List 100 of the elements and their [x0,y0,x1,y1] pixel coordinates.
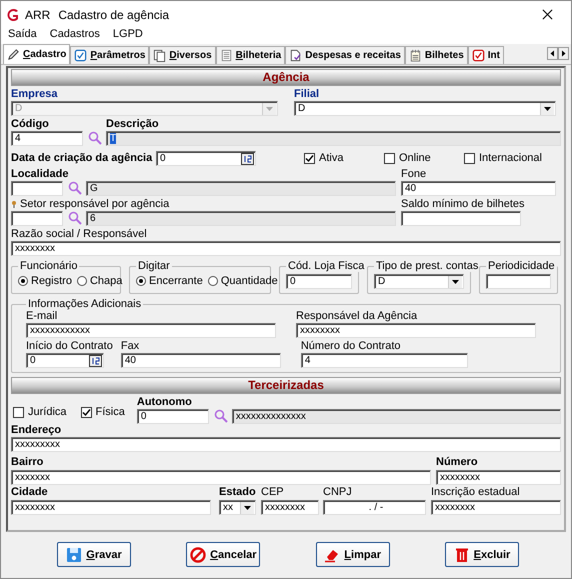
action-button[interactable]: Excluir [444,542,519,567]
input-field[interactable]: xxxxxxxxxxxxxx [232,409,561,424]
field-label: CNPJ [323,486,353,498]
field-label: Número do Contrato [300,340,402,352]
section-title: Agência [262,70,310,84]
input-field[interactable]: 0 [286,274,352,289]
date-field[interactable]: 0 [156,151,256,166]
input-field[interactable]: xxxxxxx [11,470,431,485]
field-label: Autonomo [136,396,193,408]
field-label: Bairro [11,456,44,468]
tab[interactable]: Diversos [149,46,216,64]
date-field[interactable]: 0 [26,353,104,368]
group-title: Funcionário [19,260,78,272]
checkbox[interactable]: Jurídica [13,406,67,418]
field-label: Fone [401,168,428,180]
input-field[interactable]: 0 [136,409,209,424]
input-field[interactable]: xxxxxxxx [11,241,561,256]
menu-item[interactable]: LGPD [112,28,143,44]
tab[interactable]: Int [468,46,504,64]
menu-item[interactable]: Saída [8,28,37,44]
group-title: Cód. Loja Fisca [287,260,366,272]
checkbox[interactable]: Online [384,152,464,164]
branch-dropdown[interactable]: D [294,101,556,116]
group-title: Informações Adicionais [27,298,142,310]
input-field[interactable]: 4 [11,131,83,146]
caret-icon [266,106,273,110]
field-label: E-mail [26,310,58,322]
scroll-left-icon[interactable] [547,47,558,60]
pencil-icon [7,48,20,61]
checkbox-icon [74,49,88,62]
dropdown[interactable]: D [374,274,464,289]
input-field[interactable]: G [86,181,396,196]
input-field[interactable]: xxxxxxxx [261,500,319,515]
state-dropdown[interactable]: xx [219,500,256,515]
input-field[interactable] [11,181,63,196]
input-field[interactable]: 40 [401,181,556,196]
field-label: Número [436,456,479,468]
input-field[interactable]: xxxxxxxxx [11,437,561,452]
checkbox[interactable]: Ativa [304,152,384,164]
input-field[interactable]: xxxxxxxx [296,323,536,338]
caret-icon [244,506,251,510]
search-icon[interactable] [68,211,82,225]
search-icon[interactable] [68,181,82,195]
document-check-icon [289,49,302,62]
checkbox-icon [472,49,485,62]
field-label: Fax [120,340,140,352]
input-field[interactable]: xxxxxxxx [431,500,561,515]
field-label: Localidade [11,168,70,180]
document-icon [220,49,233,62]
field-label: Início do Contrato [26,340,113,352]
checkbox[interactable]: Física [80,406,125,418]
input-field[interactable]: xxxxxxxx [436,470,561,485]
pin-icon [11,200,17,208]
pages-icon [153,49,166,62]
calendar-icon[interactable] [241,152,254,164]
notepad-icon [408,49,422,62]
group-title: Digitar [137,260,171,272]
input-field[interactable]: 6 [86,211,396,226]
input-field[interactable]: xxxxxxxx [11,500,211,515]
app-logo-icon [6,8,20,22]
calendar-icon[interactable] [89,354,102,366]
input-field[interactable] [401,211,521,226]
field-label: Responsável da Agência [296,310,418,322]
search-icon[interactable] [214,409,228,423]
field-label: Código [11,118,50,130]
input-field[interactable]: T [106,131,561,146]
checkbox[interactable]: Internacional [464,152,544,164]
input-field[interactable]: 40 [120,353,281,368]
action-button[interactable]: Limpar [316,542,390,567]
action-button[interactable]: Gravar [57,542,131,567]
tab[interactable]: Despesas e receitas [285,46,405,64]
group-title: Periodicidade [487,260,556,272]
input-field[interactable]: xxxxxxxxxxxx [26,323,276,338]
tab[interactable]: Bilheteria [216,46,286,64]
radio-button[interactable]: Encerrante [136,275,203,287]
group-title: Tipo de prest. contas [375,260,480,272]
input-field[interactable]: . / - [323,500,426,515]
window-title: Cadastro de agência [58,8,170,22]
field-label: Filial [294,88,320,100]
tab[interactable]: Cadastro [3,44,70,64]
input-field[interactable]: 4 [300,353,468,368]
field-label: Descrição [106,118,160,130]
tab[interactable]: Parâmetros [70,46,150,64]
menu-item[interactable]: Cadastros [50,28,100,44]
radio-button[interactable]: Registro [18,275,72,287]
search-icon[interactable] [88,131,102,145]
input-field[interactable] [11,211,63,226]
radio-button[interactable]: Quantidade [208,275,278,287]
caret-icon [452,280,459,284]
field-label: CEP [261,486,285,498]
field-label: Estado [219,486,256,498]
tab[interactable]: Bilhetes [404,46,468,64]
radio-button[interactable]: Chapa [76,275,122,287]
action-button[interactable]: Cancelar [186,542,260,567]
field-label: Inscrição estadual [431,486,521,498]
trash-icon [454,546,470,562]
close-icon[interactable] [542,9,553,20]
input-field[interactable] [486,274,551,289]
scroll-right-icon[interactable] [558,47,569,60]
field-label: Empresa [11,88,58,100]
